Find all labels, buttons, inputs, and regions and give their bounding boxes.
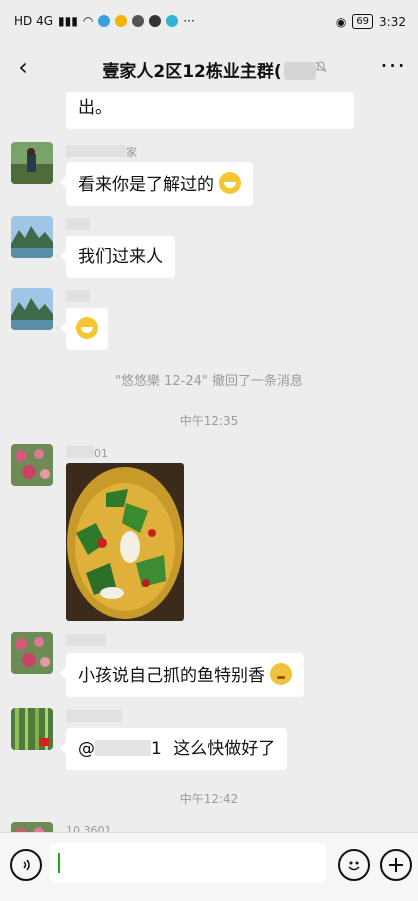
more-notifications-icon: ···	[183, 14, 195, 28]
status-right: ◉ 69 3:32	[336, 14, 406, 29]
timestamp: 中午12:42	[179, 792, 239, 806]
message-text: 这么快做好了	[173, 739, 276, 759]
network-label: HD 4G	[14, 14, 54, 28]
voice-icon[interactable]	[10, 849, 42, 881]
chat-title-text: 壹家人2区12栋业主群(	[102, 62, 282, 82]
app-icon	[166, 15, 179, 27]
app-icon	[98, 15, 111, 27]
avatar[interactable]	[11, 708, 53, 750]
food-photo[interactable]	[66, 463, 184, 621]
sender-name	[66, 218, 90, 232]
message-bubble[interactable]: 看来你是了解过的	[59, 162, 254, 206]
chat-area[interactable]: 出。 家 看来你是了解过的 我们过来人 "悠悠樂 12-24" 撤回了一条消息 …	[0, 92, 418, 832]
blurred-name	[66, 634, 106, 646]
message-bubble[interactable]: 出。	[66, 92, 354, 129]
message-bubble[interactable]	[60, 308, 108, 350]
sender-name	[66, 634, 106, 648]
chat-title: 壹家人2区12栋业主群(	[70, 57, 348, 82]
avatar[interactable]	[11, 444, 53, 486]
message-text: 小孩说自己抓的鱼特别香	[78, 666, 265, 686]
input-bar	[0, 832, 418, 901]
plus-icon[interactable]	[380, 849, 412, 881]
message-text: 看来你是了解过的	[78, 175, 214, 195]
grin-emoji-icon	[219, 172, 242, 194]
blurred-name	[66, 710, 122, 722]
app-icon	[132, 15, 145, 27]
back-icon[interactable]: ‹	[10, 54, 36, 80]
eye-icon: ◉	[335, 14, 347, 29]
sender-name	[66, 710, 122, 724]
avatar[interactable]	[11, 632, 53, 674]
message-input[interactable]	[50, 843, 326, 883]
blurred-mention	[95, 740, 151, 756]
mention-prefix: @	[78, 739, 95, 759]
clock: 3:32	[379, 14, 406, 29]
message-bubble[interactable]: 小孩说自己抓的鱼特别香	[59, 653, 305, 697]
blurred-name	[66, 290, 90, 302]
avatar[interactable]	[11, 142, 53, 184]
blurred-name	[66, 218, 90, 230]
signal-icon: ▮▮▮	[58, 14, 78, 28]
bell-muted-icon	[314, 60, 328, 74]
chat-header: ‹ 壹家人2区12栋业主群( ···	[0, 44, 418, 92]
thinking-emoji-icon	[270, 663, 293, 685]
avatar[interactable]	[11, 822, 53, 832]
wifi-icon: ◠	[82, 14, 94, 28]
app-icon	[149, 15, 162, 27]
message-text: 我们过来人	[78, 247, 163, 267]
avatar[interactable]	[11, 216, 53, 258]
emoji-icon[interactable]	[338, 849, 370, 881]
blurred-count	[283, 62, 316, 80]
recall-notice: "悠悠樂 12-24" 撤回了一条消息	[115, 374, 303, 389]
blurred-name	[66, 145, 126, 157]
app-icon	[115, 15, 128, 27]
sender-name: 10 3601	[66, 824, 112, 832]
message-bubble[interactable]: @1 这么快做好了	[59, 728, 288, 770]
battery-indicator: 69	[352, 14, 374, 29]
text-caret	[58, 853, 60, 873]
timestamp: 中午12:35	[179, 414, 239, 428]
sender-name: 01	[66, 446, 108, 460]
blurred-name	[66, 446, 94, 458]
avatar[interactable]	[11, 288, 53, 330]
sender-name: 家	[66, 144, 137, 160]
more-options-button[interactable]: ···	[380, 52, 406, 80]
sender-name	[66, 290, 90, 304]
message-bubble[interactable]: 我们过来人	[60, 236, 175, 278]
message-text: 出。	[78, 98, 112, 118]
status-bar: HD 4G ▮▮▮ ◠ ··· ◉ 69 3:32	[0, 0, 418, 44]
grin-emoji-icon	[76, 317, 98, 339]
status-left: HD 4G ▮▮▮ ◠ ···	[14, 14, 195, 28]
